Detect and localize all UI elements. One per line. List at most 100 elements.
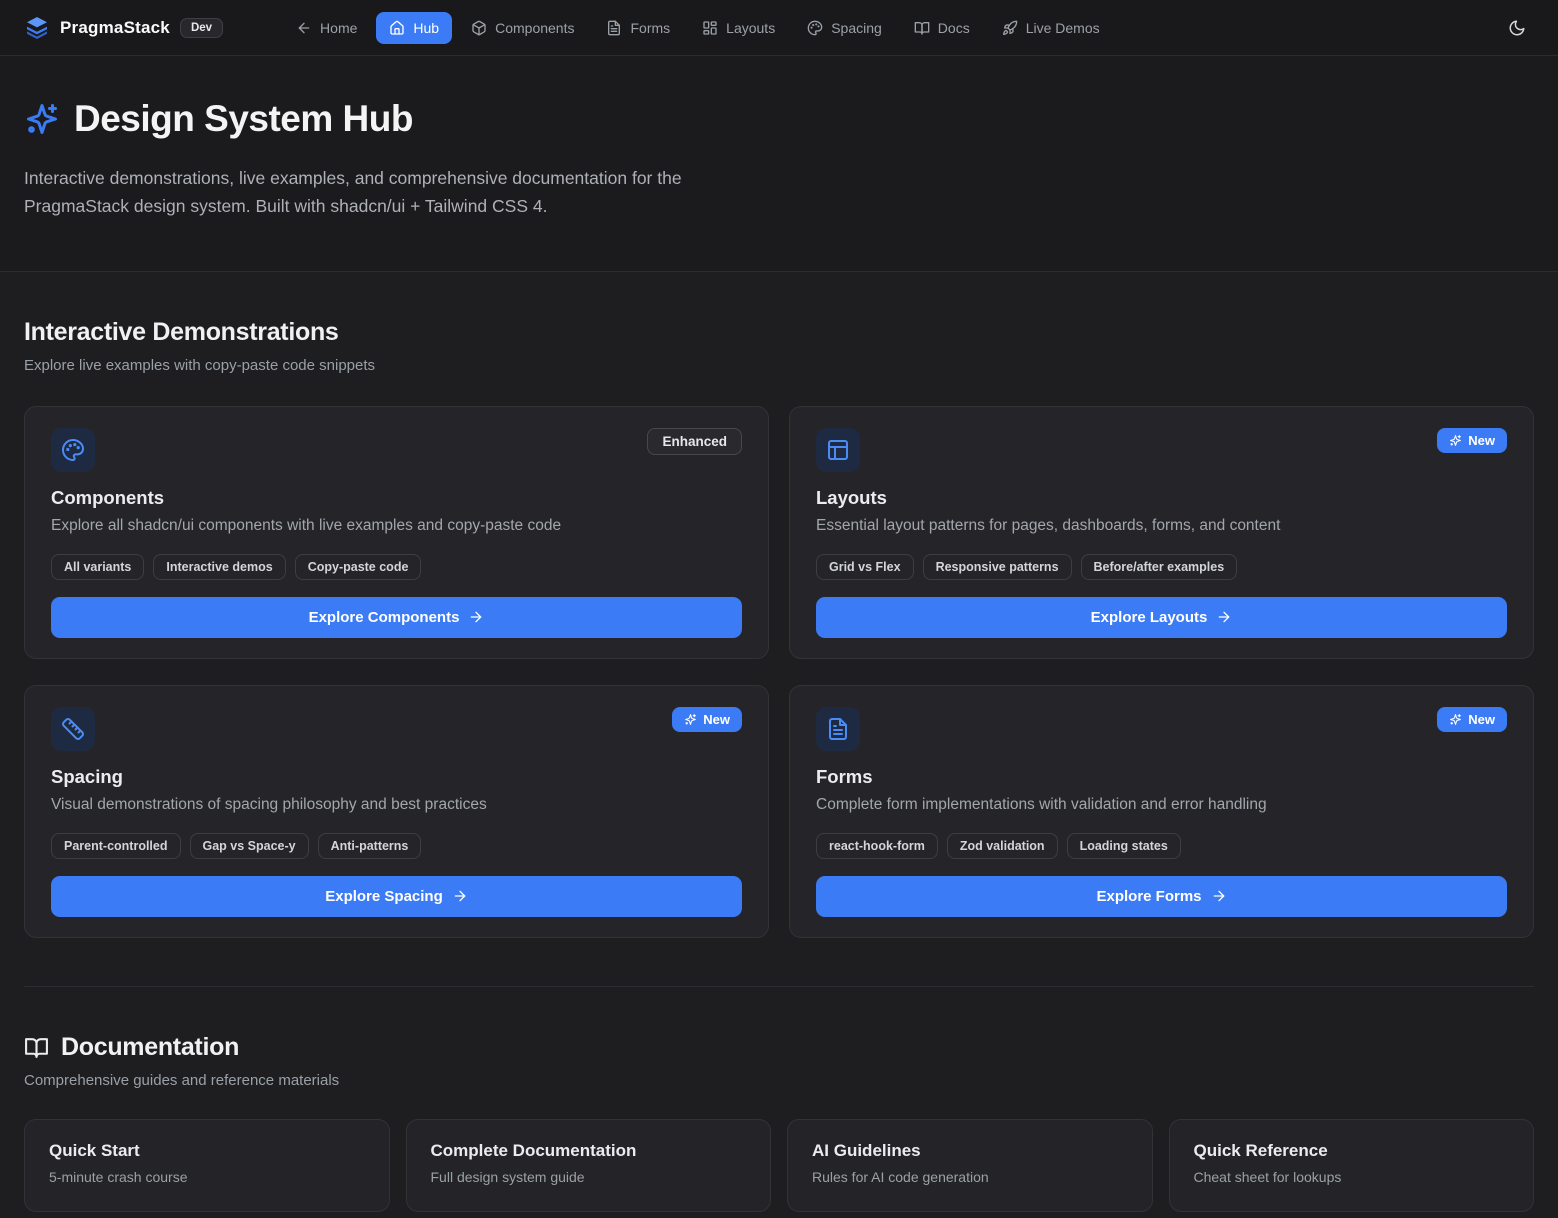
nav-label: Live Demos bbox=[1026, 20, 1100, 36]
doc-card-title: Quick Start bbox=[49, 1141, 365, 1161]
new-badge: New bbox=[1437, 428, 1507, 453]
nav-item-components[interactable]: Components bbox=[458, 12, 587, 44]
explore-layouts-button[interactable]: Explore Layouts bbox=[816, 597, 1507, 638]
nav-item-spacing[interactable]: Spacing bbox=[794, 12, 895, 44]
badge-label: New bbox=[703, 712, 730, 727]
button-label: Explore Spacing bbox=[325, 888, 443, 905]
book-open-icon bbox=[24, 1035, 49, 1060]
card-title: Layouts bbox=[816, 487, 1507, 509]
moon-icon bbox=[1508, 19, 1526, 37]
rocket-icon bbox=[1002, 20, 1018, 36]
demo-card-grid: Enhanced Components Explore all shadcn/u… bbox=[24, 406, 1534, 938]
nav-label: Spacing bbox=[831, 20, 882, 36]
button-label: Explore Layouts bbox=[1091, 609, 1208, 626]
new-badge: New bbox=[1437, 707, 1507, 732]
doc-card-description: Cheat sheet for lookups bbox=[1194, 1169, 1510, 1185]
docs-section-header: Documentation Comprehensive guides and r… bbox=[24, 1033, 1534, 1089]
explore-spacing-button[interactable]: Explore Spacing bbox=[51, 876, 742, 917]
tag: Copy-paste code bbox=[295, 554, 422, 580]
sparkles-icon bbox=[24, 101, 60, 137]
card-title: Spacing bbox=[51, 766, 742, 788]
nav-item-hub[interactable]: Hub bbox=[376, 12, 452, 44]
arrow-right-icon bbox=[1216, 609, 1232, 625]
tag: Grid vs Flex bbox=[816, 554, 914, 580]
file-text-icon bbox=[606, 20, 622, 36]
doc-card-title: Quick Reference bbox=[1194, 1141, 1510, 1161]
brand[interactable]: PragmaStack Dev bbox=[24, 15, 223, 41]
docs-subheading: Comprehensive guides and reference mater… bbox=[24, 1072, 1534, 1089]
tag: All variants bbox=[51, 554, 144, 580]
card-title: Forms bbox=[816, 766, 1507, 788]
tag: Gap vs Space-y bbox=[190, 833, 309, 859]
section-divider bbox=[24, 986, 1534, 987]
doc-card-description: Full design system guide bbox=[431, 1169, 747, 1185]
panels-top-left-icon bbox=[816, 428, 860, 472]
theme-toggle-button[interactable] bbox=[1500, 11, 1534, 45]
explore-components-button[interactable]: Explore Components bbox=[51, 597, 742, 638]
badge-label: New bbox=[1468, 712, 1495, 727]
page-title: Design System Hub bbox=[74, 98, 413, 140]
doc-card-title: Complete Documentation bbox=[431, 1141, 747, 1161]
palette-icon bbox=[807, 20, 823, 36]
arrow-right-icon bbox=[452, 888, 468, 904]
card-description: Visual demonstrations of spacing philoso… bbox=[51, 796, 742, 814]
demos-section-header: Interactive Demonstrations Explore live … bbox=[24, 318, 1534, 374]
tag-row: react-hook-form Zod validation Loading s… bbox=[816, 833, 1507, 859]
new-badge: New bbox=[672, 707, 742, 732]
tag: Anti-patterns bbox=[318, 833, 422, 859]
hero-section: Design System Hub Interactive demonstrat… bbox=[0, 56, 1558, 272]
doc-card-quick-reference[interactable]: Quick Reference Cheat sheet for lookups bbox=[1169, 1119, 1535, 1212]
palette-icon bbox=[51, 428, 95, 472]
nav-label: Layouts bbox=[726, 20, 775, 36]
nav-label: Docs bbox=[938, 20, 970, 36]
ruler-icon bbox=[51, 707, 95, 751]
sparkles-icon bbox=[684, 713, 697, 726]
doc-card-ai-guidelines[interactable]: AI Guidelines Rules for AI code generati… bbox=[787, 1119, 1153, 1212]
explore-forms-button[interactable]: Explore Forms bbox=[816, 876, 1507, 917]
demo-card-components: Enhanced Components Explore all shadcn/u… bbox=[24, 406, 769, 659]
tag-row: Parent-controlled Gap vs Space-y Anti-pa… bbox=[51, 833, 742, 859]
doc-card-title: AI Guidelines bbox=[812, 1141, 1128, 1161]
top-navbar: PragmaStack Dev Home Hub Components Form… bbox=[0, 0, 1558, 56]
tag: Loading states bbox=[1067, 833, 1181, 859]
nav-label: Home bbox=[320, 20, 357, 36]
brand-name: PragmaStack bbox=[60, 18, 170, 38]
arrow-left-icon bbox=[296, 20, 312, 36]
tag: Before/after examples bbox=[1081, 554, 1238, 580]
nav-label: Forms bbox=[630, 20, 670, 36]
tag-row: All variants Interactive demos Copy-past… bbox=[51, 554, 742, 580]
book-open-icon bbox=[914, 20, 930, 36]
nav-item-layouts[interactable]: Layouts bbox=[689, 12, 788, 44]
tag: Interactive demos bbox=[153, 554, 285, 580]
button-label: Explore Components bbox=[309, 609, 460, 626]
nav-item-home[interactable]: Home bbox=[283, 12, 370, 44]
tag: react-hook-form bbox=[816, 833, 938, 859]
doc-card-quick-start[interactable]: Quick Start 5-minute crash course bbox=[24, 1119, 390, 1212]
enhanced-badge: Enhanced bbox=[647, 428, 742, 455]
nav-item-docs[interactable]: Docs bbox=[901, 12, 983, 44]
button-label: Explore Forms bbox=[1096, 888, 1201, 905]
demos-subheading: Explore live examples with copy-paste co… bbox=[24, 357, 1534, 374]
layers-logo-icon bbox=[24, 15, 50, 41]
page-description: Interactive demonstrations, live example… bbox=[24, 164, 774, 221]
demo-card-layouts: New Layouts Essential layout patterns fo… bbox=[789, 406, 1534, 659]
house-icon bbox=[389, 20, 405, 36]
doc-card-grid: Quick Start 5-minute crash course Comple… bbox=[24, 1119, 1534, 1212]
doc-card-description: Rules for AI code generation bbox=[812, 1169, 1128, 1185]
nav-item-forms[interactable]: Forms bbox=[593, 12, 683, 44]
demos-heading: Interactive Demonstrations bbox=[24, 318, 339, 347]
card-description: Explore all shadcn/ui components with li… bbox=[51, 517, 742, 535]
layout-dashboard-icon bbox=[702, 20, 718, 36]
file-text-icon bbox=[816, 707, 860, 751]
doc-card-complete-documentation[interactable]: Complete Documentation Full design syste… bbox=[406, 1119, 772, 1212]
tag: Zod validation bbox=[947, 833, 1058, 859]
nav-item-live-demos[interactable]: Live Demos bbox=[989, 12, 1113, 44]
tag: Parent-controlled bbox=[51, 833, 181, 859]
nav-label: Components bbox=[495, 20, 574, 36]
sparkles-icon bbox=[1449, 713, 1462, 726]
demo-card-forms: New Forms Complete form implementations … bbox=[789, 685, 1534, 938]
badge-label: New bbox=[1468, 433, 1495, 448]
nav-label: Hub bbox=[413, 20, 439, 36]
dev-badge: Dev bbox=[180, 18, 223, 38]
arrow-right-icon bbox=[468, 609, 484, 625]
